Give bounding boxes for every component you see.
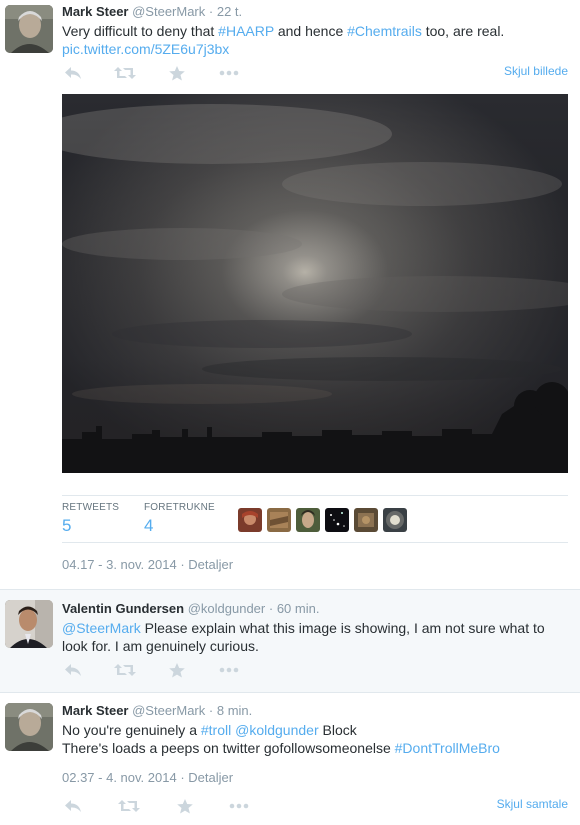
text-segment: Very difficult to deny that bbox=[62, 23, 219, 39]
username[interactable]: @koldgunder bbox=[188, 601, 266, 616]
tweet-text: @SteerMark Please explain what this imag… bbox=[62, 619, 545, 637]
tweet-main: Mark Steer @SteerMark · 22 t. Very diffi… bbox=[0, 0, 580, 590]
more-icon bbox=[229, 803, 249, 809]
favorite-button[interactable] bbox=[166, 662, 188, 678]
reply-icon bbox=[65, 67, 81, 79]
tweet-stats: RETWEETS 5 FORETRUKNE 4 bbox=[62, 495, 568, 543]
avatar[interactable] bbox=[5, 5, 53, 53]
text-segment: too, are real. bbox=[421, 23, 505, 39]
retweets-count: 5 bbox=[62, 516, 72, 535]
tweet-actions bbox=[62, 65, 262, 81]
mention-link[interactable]: @koldgunder bbox=[235, 722, 319, 738]
favoriter-avatar[interactable] bbox=[296, 508, 320, 532]
retweets-stat[interactable]: RETWEETS 5 bbox=[62, 502, 119, 536]
favoriter-avatar[interactable] bbox=[354, 508, 378, 532]
retweet-icon bbox=[114, 67, 136, 79]
tweet-actions bbox=[62, 662, 262, 678]
reply-button[interactable] bbox=[62, 798, 84, 814]
favorites-count: 4 bbox=[144, 516, 154, 535]
hide-image-link[interactable]: Skjul billede bbox=[504, 64, 568, 78]
retweet-button[interactable] bbox=[114, 65, 136, 81]
tweet-text: No you're genuinely a #troll @koldgunder… bbox=[62, 721, 357, 739]
details-link[interactable]: Detaljer bbox=[188, 557, 233, 572]
tweet-reply: Mark Steer @SteerMark · 8 min. No you're… bbox=[0, 693, 580, 825]
username[interactable]: @SteerMark bbox=[132, 4, 205, 19]
favorite-button[interactable] bbox=[166, 65, 188, 81]
tweet-reply: Valentin Gundersen @koldgunder · 60 min.… bbox=[0, 590, 580, 692]
more-button[interactable] bbox=[228, 798, 250, 814]
retweets-label: RETWEETS bbox=[62, 502, 120, 513]
hashtag-link[interactable]: #DontTrollMeBro bbox=[395, 740, 500, 756]
favoriter-avatar[interactable] bbox=[383, 508, 407, 532]
hashtag-link[interactable]: #Chemtrails bbox=[347, 23, 422, 39]
hashtag-link[interactable]: #HAARP bbox=[218, 23, 274, 39]
text-segment: No you're genuinely a bbox=[62, 722, 201, 738]
tweet-text: Very difficult to deny that #HAARP and h… bbox=[62, 22, 504, 40]
tweet-text-line2: There's loads a peeps on twitter gofollo… bbox=[62, 739, 500, 757]
star-icon bbox=[169, 662, 185, 677]
favoriter-avatar[interactable] bbox=[267, 508, 291, 532]
tweet-text-line2: look for. I am genuinely curious. bbox=[62, 637, 259, 655]
favorite-button[interactable] bbox=[174, 798, 196, 814]
tweet-header: Mark Steer @SteerMark · 22 t. bbox=[62, 4, 242, 19]
pic-link-line: pic.twitter.com/5ZE6u7j3bx bbox=[62, 40, 229, 58]
tweet-photo[interactable] bbox=[62, 94, 568, 473]
favorites-stat[interactable]: FORETRUKNE 4 bbox=[144, 502, 215, 536]
more-button[interactable] bbox=[218, 65, 240, 81]
more-icon bbox=[219, 70, 239, 76]
full-timestamp[interactable]: 02.37 - 4. nov. 2014 bbox=[62, 770, 177, 785]
avatar[interactable] bbox=[5, 600, 53, 648]
mention-link[interactable]: @SteerMark bbox=[62, 620, 141, 636]
tweet-header: Mark Steer @SteerMark · 8 min. bbox=[62, 703, 252, 718]
fullname[interactable]: Valentin Gundersen bbox=[62, 601, 184, 616]
tweet-meta: 04.17 - 3. nov. 2014 · Detaljer bbox=[62, 557, 233, 572]
reply-button[interactable] bbox=[62, 65, 84, 81]
tweet-header: Valentin Gundersen @koldgunder · 60 min. bbox=[62, 601, 319, 616]
text-segment: look for. I am genuinely curious. bbox=[62, 638, 259, 654]
hide-conversation-link[interactable]: Skjul samtale bbox=[497, 797, 568, 811]
pic-link[interactable]: pic.twitter.com/5ZE6u7j3bx bbox=[62, 41, 229, 57]
reply-button[interactable] bbox=[62, 662, 84, 678]
tweet-actions bbox=[62, 798, 262, 814]
retweet-icon bbox=[114, 664, 136, 676]
retweet-button[interactable] bbox=[118, 798, 140, 814]
favoriter-avatar[interactable] bbox=[238, 508, 262, 532]
star-icon bbox=[169, 65, 185, 80]
favorites-label: FORETRUKNE bbox=[144, 502, 215, 513]
more-icon bbox=[219, 667, 239, 673]
timestamp-short[interactable]: · 60 min. bbox=[269, 601, 320, 616]
star-icon bbox=[177, 798, 193, 813]
reply-icon bbox=[65, 664, 81, 676]
text-segment: Please explain what this image is showin… bbox=[140, 620, 545, 636]
more-button[interactable] bbox=[218, 662, 240, 678]
full-timestamp[interactable]: 04.17 - 3. nov. 2014 bbox=[62, 557, 177, 572]
fullname[interactable]: Mark Steer bbox=[62, 4, 128, 19]
favoriter-avatar[interactable] bbox=[325, 508, 349, 532]
timestamp-short[interactable]: · 22 t. bbox=[209, 4, 242, 19]
text-segment: and hence bbox=[273, 23, 348, 39]
retweet-button[interactable] bbox=[114, 662, 136, 678]
avatar[interactable] bbox=[5, 703, 53, 751]
username[interactable]: @SteerMark bbox=[132, 703, 205, 718]
reply-icon bbox=[65, 800, 81, 812]
hashtag-link[interactable]: #troll bbox=[201, 722, 231, 738]
text-segment: There's loads a peeps on twitter gofollo… bbox=[62, 740, 395, 756]
retweet-icon bbox=[118, 800, 140, 812]
text-segment: Block bbox=[318, 722, 357, 738]
details-link[interactable]: Detaljer bbox=[188, 770, 233, 785]
timestamp-short[interactable]: · 8 min. bbox=[209, 703, 252, 718]
tweet-meta: 02.37 - 4. nov. 2014 · Detaljer bbox=[62, 770, 233, 785]
fullname[interactable]: Mark Steer bbox=[62, 703, 128, 718]
